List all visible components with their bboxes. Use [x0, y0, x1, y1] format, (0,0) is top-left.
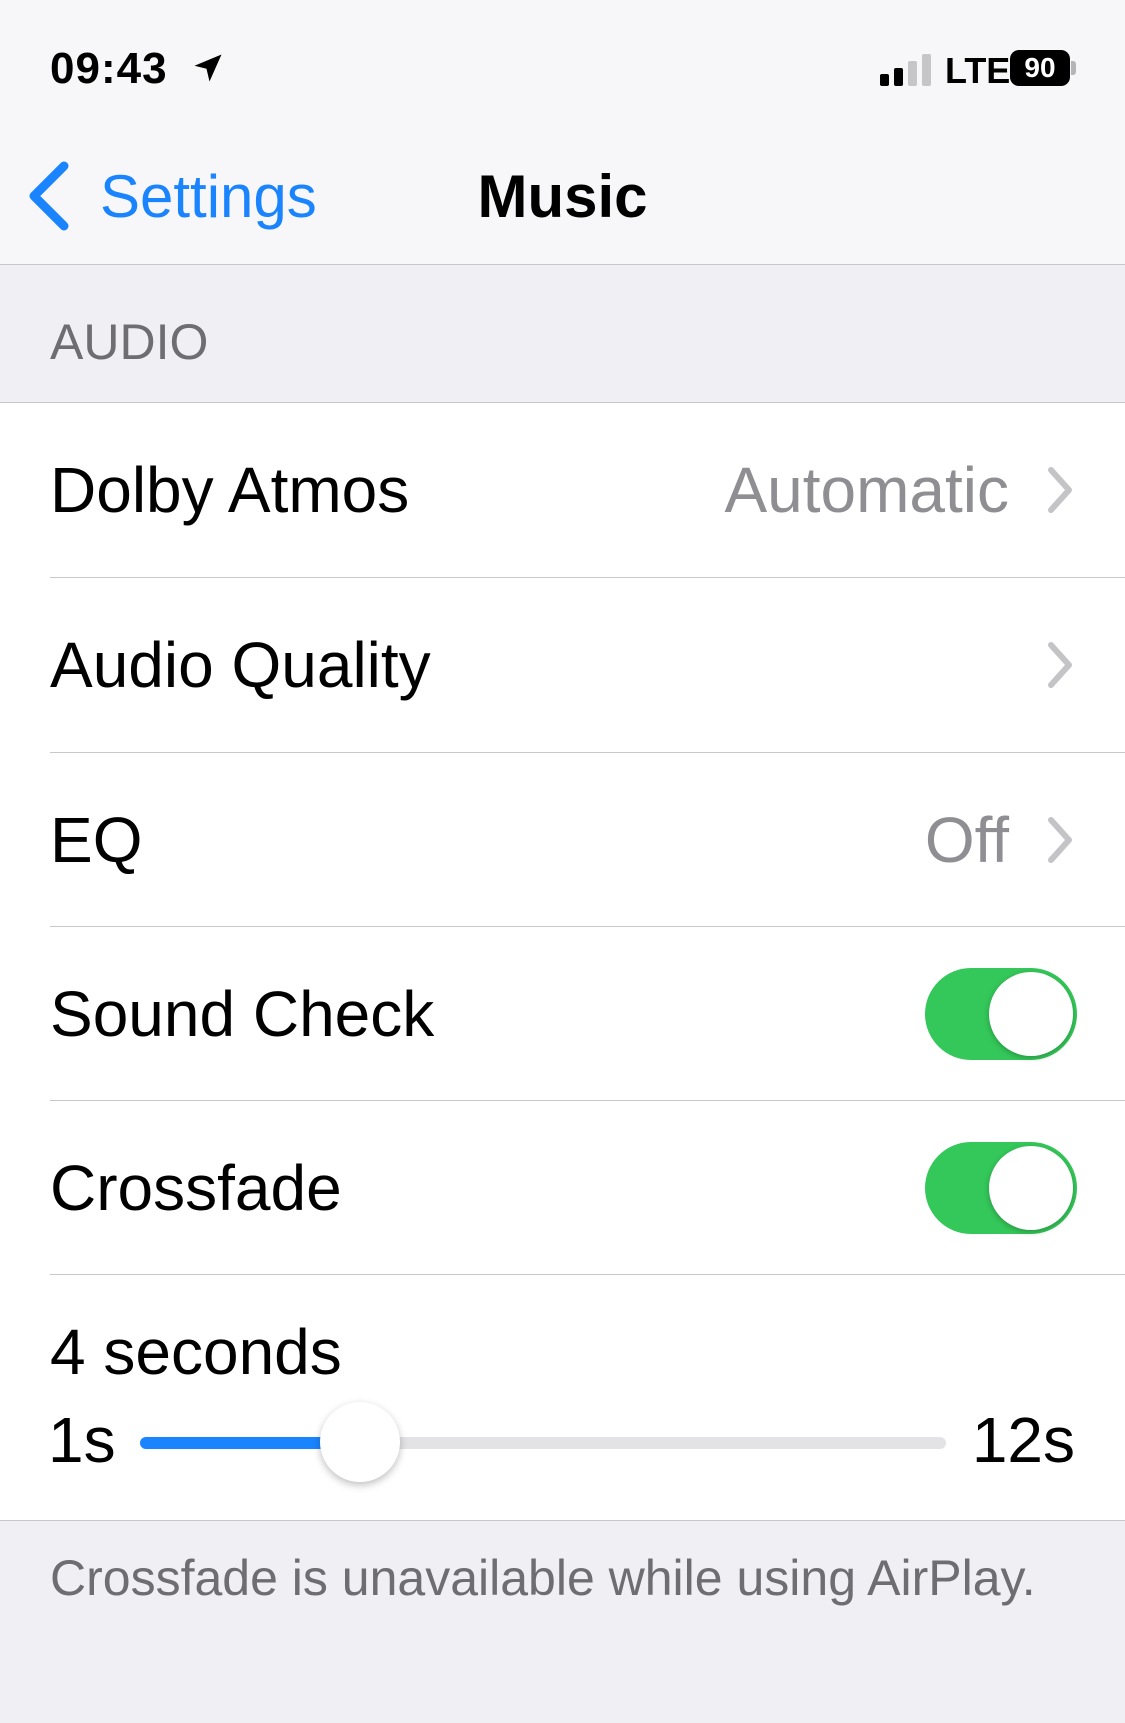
row-crossfade: Crossfade	[0, 1101, 1125, 1275]
toggle-knob	[989, 972, 1073, 1056]
row-value: Off	[924, 804, 1009, 876]
page-title: Music	[477, 163, 648, 230]
slider-min-label: 1s	[48, 1404, 116, 1476]
slider-max-label: 12s	[971, 1404, 1075, 1476]
network-type: LTE	[945, 50, 1011, 91]
status-bar: 09:43 LTE 90	[0, 0, 1125, 120]
row-divider	[50, 1274, 1125, 1275]
chevron-right-icon	[1048, 467, 1072, 513]
status-time: 09:43	[50, 44, 168, 93]
location-arrow-icon	[194, 54, 222, 82]
cellular-signal-icon	[880, 54, 931, 86]
battery-level: 90	[1010, 50, 1070, 86]
chevron-right-icon	[1048, 642, 1072, 688]
row-sound-check: Sound Check	[0, 927, 1125, 1101]
navigation-bar: Settings Music	[0, 120, 1125, 265]
crossfade-footer-note: Crossfade is unavailable while using Air…	[50, 1550, 1036, 1606]
battery-cap	[1071, 61, 1076, 75]
battery-icon: 90	[1010, 50, 1076, 86]
chevron-right-icon	[1048, 817, 1072, 863]
row-audio-quality[interactable]: Audio Quality	[0, 578, 1125, 752]
crossfade-toggle[interactable]	[925, 1142, 1077, 1234]
audio-settings-group: Dolby Atmos Automatic Audio Quality EQ O…	[0, 403, 1125, 1521]
row-label: Dolby Atmos	[50, 454, 410, 526]
section-header-audio: AUDIO	[0, 265, 1125, 403]
sound-check-toggle[interactable]	[925, 968, 1077, 1060]
row-dolby-atmos[interactable]: Dolby Atmos Automatic	[0, 403, 1125, 577]
section-header-label: AUDIO	[50, 314, 209, 370]
row-eq[interactable]: EQ Off	[0, 753, 1125, 927]
toggle-knob	[989, 1146, 1073, 1230]
row-label: Crossfade	[50, 1152, 342, 1224]
row-label: EQ	[50, 804, 143, 876]
slider-thumb[interactable]	[319, 1402, 400, 1482]
crossfade-duration-label: 4 seconds	[50, 1316, 342, 1388]
row-label: Audio Quality	[50, 629, 431, 701]
crossfade-slider[interactable]	[140, 1402, 946, 1482]
row-label: Sound Check	[50, 978, 435, 1050]
row-value: Automatic	[724, 454, 1009, 526]
